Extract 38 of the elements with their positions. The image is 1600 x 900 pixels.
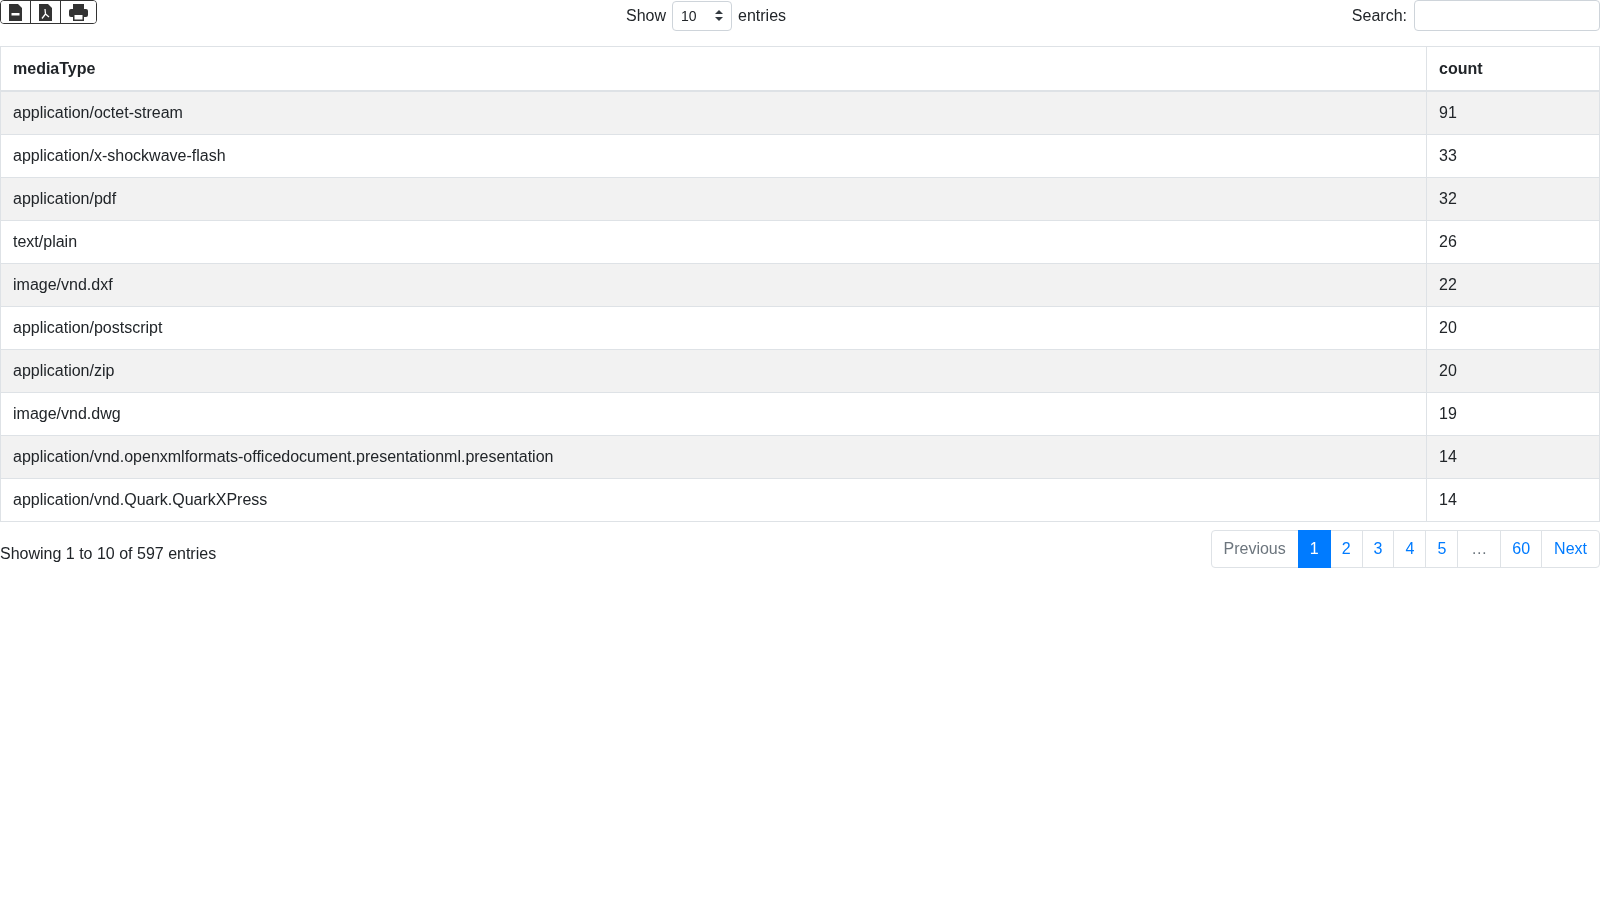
table-cell: 20 — [1426, 349, 1600, 393]
table-cell: image/vnd.dxf — [0, 263, 1427, 307]
table-cell: 91 — [1426, 91, 1600, 135]
table-cell: 22 — [1426, 263, 1600, 307]
table-cell: application/postscript — [0, 306, 1427, 350]
entries-select[interactable]: 10 — [672, 0, 733, 31]
page-button[interactable]: 4 — [1393, 530, 1427, 568]
table-cell: application/pdf — [0, 177, 1427, 221]
table-info: Showing 1 to 10 of 597 entries — [0, 544, 217, 563]
table-cell: text/plain — [0, 220, 1427, 264]
page-button[interactable]: 5 — [1425, 530, 1459, 568]
table-cell: application/vnd.openxmlformats-officedocument.presentationml.presentation — [0, 435, 1427, 479]
page-button[interactable]: 1 — [1297, 530, 1331, 568]
next-button[interactable]: Next — [1541, 530, 1600, 568]
csv-export-button[interactable] — [1, 1, 31, 23]
csv-file-icon — [9, 3, 22, 21]
table-cell: application/vnd.Quark.QuarkXPress — [0, 478, 1427, 522]
table-cell: 26 — [1426, 220, 1600, 264]
pagination-ellipsis: … — [1457, 530, 1502, 568]
table-cell: 32 — [1426, 177, 1600, 221]
table-cell: 19 — [1426, 392, 1600, 436]
table-cell: image/vnd.dwg — [0, 392, 1427, 436]
table-cell: application/octet-stream — [0, 91, 1427, 135]
sort-icon — [715, 10, 724, 21]
table-cell: application/x-shockwave-flash — [0, 134, 1427, 178]
pdf-file-icon — [39, 3, 52, 21]
entries-label: entries — [738, 6, 787, 25]
table-cell: application/zip — [0, 349, 1427, 393]
page-button[interactable]: 60 — [1500, 530, 1543, 568]
table-cell: 14 — [1426, 478, 1600, 522]
page-button[interactable]: 2 — [1329, 530, 1363, 568]
table-cell: 33 — [1426, 134, 1600, 178]
search-field[interactable] — [1414, 0, 1600, 31]
search-label: Search: — [1351, 6, 1407, 25]
table-cell: 14 — [1426, 435, 1600, 479]
printer-icon — [69, 3, 88, 21]
show-label: Show — [626, 6, 667, 25]
table-cell: 20 — [1426, 306, 1600, 350]
